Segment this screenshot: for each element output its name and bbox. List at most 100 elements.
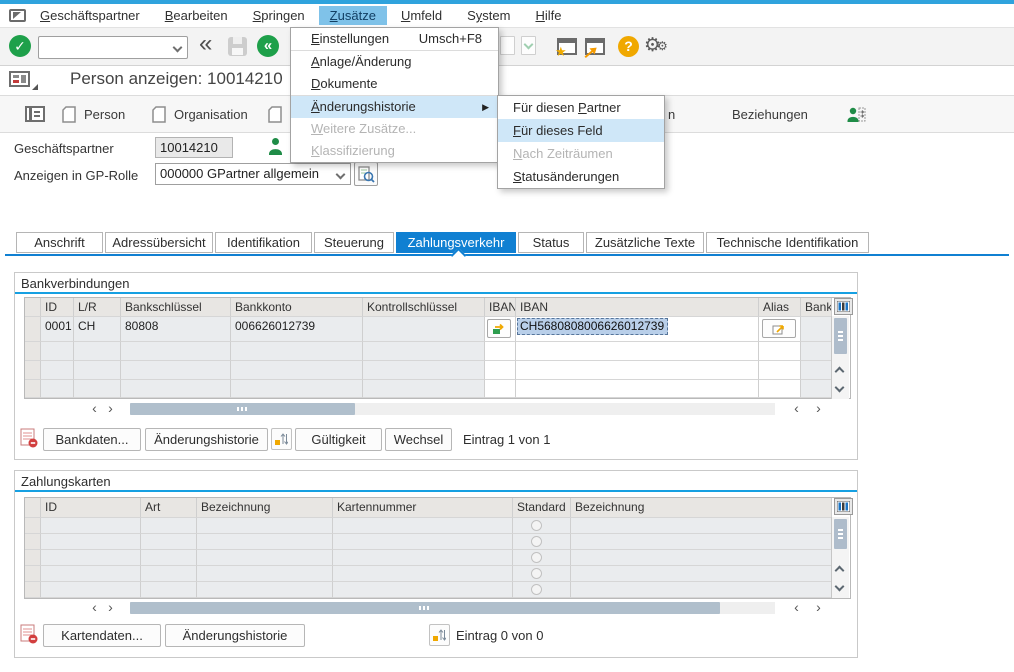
cell[interactable] [485,361,516,380]
cell[interactable] [516,342,759,361]
alias-button[interactable] [762,319,796,338]
iban-selected-value[interactable]: CH5680808006626012739 [517,318,668,335]
enter-check-button[interactable]: ✓ [9,35,31,57]
cell[interactable] [571,582,832,598]
cell[interactable] [41,566,141,582]
cards-row-selector[interactable] [25,582,41,598]
new-session-icon[interactable]: ★ [557,38,577,55]
bank-hscroll-right-icon[interactable]: › [103,402,118,416]
delete-bank-row-icon[interactable] [20,428,39,449]
cards-select-all-header[interactable] [25,498,41,518]
bank-hscroll-right2-icon[interactable]: › [811,402,826,416]
tab-status[interactable]: Status [518,232,584,253]
locator-toggle-icon[interactable] [25,106,45,122]
bank-col-lr[interactable]: L/R [74,298,121,317]
gueltigkeit-button[interactable]: Gültigkeit [295,428,382,451]
bank-empty-row[interactable] [25,361,850,380]
cell[interactable] [41,550,141,566]
cell[interactable] [121,380,231,398]
submenu-item-statusaenderungen[interactable]: Statusänderungen [498,165,664,188]
cell[interactable] [759,361,801,380]
locator-item-organisation[interactable]: Organisation [174,107,248,122]
cards-scroll-up-icon[interactable] [835,566,845,576]
menubar-item-springen[interactable]: Springen [242,6,316,25]
cards-hscroll-right2-icon[interactable]: › [811,601,826,615]
bank-cell-control-key[interactable] [363,317,485,342]
bank-row-selector[interactable] [25,317,41,342]
cell[interactable] [516,380,759,398]
bank-scroll-up-icon[interactable] [835,367,845,377]
cards-col-bezeichnung2[interactable]: Bezeichnung [571,498,832,518]
cell[interactable] [333,582,513,598]
menu-item-einstellungen[interactable]: Einstellungen Umsch+F8 [291,28,498,50]
menubar-item-hilfe[interactable]: Hilfe [524,6,572,25]
cell[interactable] [41,380,74,398]
cell[interactable] [197,518,333,534]
cell[interactable] [121,361,231,380]
cell[interactable] [197,550,333,566]
tab-technische-identifikation[interactable]: Technische Identifikation [706,232,869,253]
submenu-item-fuer-dieses-feld[interactable]: Für dieses Feld [498,119,664,142]
cell[interactable] [74,342,121,361]
cards-hscroll-left-icon[interactable]: ‹ [87,601,102,615]
cell[interactable] [141,566,197,582]
bank-hscroll-left2-icon[interactable]: ‹ [789,402,804,416]
menu-item-dokumente[interactable]: Dokumente [291,73,498,95]
partner-field-input[interactable]: 10014210 [155,137,233,158]
bank-empty-row[interactable] [25,342,850,361]
cell[interactable] [571,550,832,566]
locator-item-beziehungen[interactable]: Beziehungen [732,107,808,122]
cell[interactable] [41,582,141,598]
cards-scroll-down-icon[interactable] [835,582,845,592]
bank-vertical-scrollbar[interactable] [831,316,849,399]
cell[interactable] [197,566,333,582]
bank-select-all-header[interactable] [25,298,41,317]
bank-col-id[interactable]: ID [41,298,74,317]
relationships-person-icon[interactable] [846,105,866,125]
cell[interactable] [485,380,516,398]
cell[interactable] [41,534,141,550]
delete-card-row-icon[interactable] [20,624,39,645]
bank-cell-account[interactable]: 006626012739 [231,317,363,342]
bank-scroll-down-icon[interactable] [835,383,845,393]
cell[interactable] [571,518,832,534]
cell[interactable] [197,582,333,598]
cell[interactable] [74,380,121,398]
bank-row-selector[interactable] [25,342,41,361]
cards-hscroll-thumb[interactable] [130,602,720,614]
menu-item-anlage-aenderung[interactable]: Anlage/Änderung [291,51,498,73]
cell[interactable] [74,361,121,380]
cell[interactable] [231,342,363,361]
cell[interactable] [516,361,759,380]
cell[interactable] [363,342,485,361]
cards-col-bezeichnung[interactable]: Bezeichnung [197,498,333,518]
cards-row-selector[interactable] [25,518,41,534]
cards-col-standard[interactable]: Standard [513,498,571,518]
bank-col-iban[interactable]: IBAN [516,298,759,317]
customize-layout-icon[interactable]: ⚙⚙ [644,34,668,58]
cell[interactable] [141,582,197,598]
cards-vscroll-thumb[interactable] [834,519,847,549]
cell[interactable] [141,534,197,550]
cell[interactable] [571,534,832,550]
role-search-button[interactable] [354,162,378,186]
bank-horizontal-scrollbar[interactable]: ‹ › ‹ › [24,402,844,417]
cell[interactable] [333,566,513,582]
system-menu-icon[interactable] [9,9,26,22]
cards-row-selector[interactable] [25,566,41,582]
cell[interactable] [121,342,231,361]
bank-hscroll-left-icon[interactable]: ‹ [87,402,102,416]
cell[interactable] [41,518,141,534]
cell[interactable] [759,342,801,361]
cell[interactable] [485,342,516,361]
standard-radio[interactable] [531,536,542,547]
bank-table-config-button[interactable] [834,298,853,315]
menubar-item-umfeld[interactable]: Umfeld [390,6,453,25]
tab-zusaetzliche-texte[interactable]: Zusätzliche Texte [586,232,704,253]
cell[interactable] [231,361,363,380]
tab-anschrift[interactable]: Anschrift [16,232,103,253]
bank-hscroll-track[interactable] [130,403,775,415]
cards-empty-row[interactable] [25,566,850,582]
cards-col-kartennummer[interactable]: Kartennummer [333,498,513,518]
role-select[interactable]: 000000 GPartner allgemein [155,163,351,185]
